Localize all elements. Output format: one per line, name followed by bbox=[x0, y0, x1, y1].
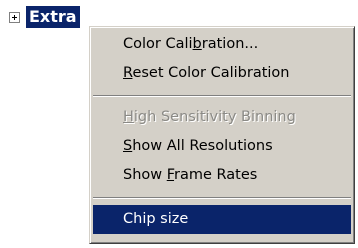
menu-item-accelerator: F bbox=[166, 167, 175, 183]
menu-item-text: ration... bbox=[201, 36, 259, 52]
menu-item-reset-color-calibration[interactable]: Reset Color Calibration bbox=[93, 59, 351, 88]
menu-separator bbox=[93, 197, 351, 199]
menu-item-text: Color Cali bbox=[123, 36, 193, 52]
menu-item-text: Chip size bbox=[123, 211, 189, 227]
context-menu: Color Calibration... Reset Color Calibra… bbox=[89, 26, 355, 244]
menu-item-show-all-resolutions[interactable]: Show All Resolutions bbox=[93, 132, 351, 161]
menu-item-text: rame Rates bbox=[174, 167, 258, 183]
menu-item-chip-size[interactable]: Chip size bbox=[93, 205, 351, 234]
tree-node-extra[interactable]: Extra bbox=[26, 6, 80, 28]
menu-item-text: Show bbox=[123, 167, 167, 183]
menu-item-text: eset Color Calibration bbox=[132, 65, 290, 81]
expand-plus-icon[interactable] bbox=[9, 12, 20, 23]
menu-item-text: igh Sensitivity Binning bbox=[133, 109, 296, 125]
menu-item-text: how All Resolutions bbox=[132, 138, 273, 154]
menu-item-accelerator: S bbox=[123, 138, 133, 154]
menu-item-accelerator: H bbox=[123, 109, 134, 125]
menu-item-color-calibration[interactable]: Color Calibration... bbox=[93, 30, 351, 59]
menu-item-show-frame-rates[interactable]: Show Frame Rates bbox=[93, 161, 351, 190]
menu-separator bbox=[93, 95, 351, 97]
menu-item-high-sensitivity-binning: High Sensitivity Binning bbox=[93, 103, 351, 132]
menu-item-accelerator: b bbox=[192, 36, 202, 52]
